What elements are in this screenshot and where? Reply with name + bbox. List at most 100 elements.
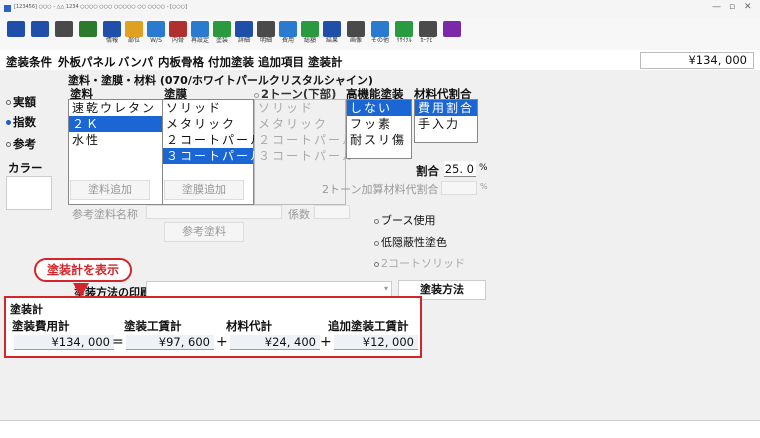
mode-reference-radio[interactable]: 参考 — [6, 136, 36, 152]
list-item[interactable]: ３コートパール — [163, 148, 262, 164]
maximize-icon[interactable]: ▫ — [729, 2, 735, 12]
list-item[interactable]: ソリッド — [163, 100, 253, 116]
cost-total-value: ¥134, 000 — [14, 335, 114, 350]
tab-additional-items[interactable]: 追加項目 — [258, 54, 304, 70]
recycle-icon — [395, 21, 413, 37]
list-item[interactable]: ２Ｋ — [69, 116, 163, 132]
toolbar-button-paint[interactable]: 塗装 — [210, 21, 234, 48]
color-swatch[interactable] — [6, 176, 52, 210]
list-item[interactable]: 手入力 — [415, 116, 477, 132]
ref-paint-name-input[interactable] — [146, 205, 282, 219]
toolbar-button-label: 総額 — [303, 37, 316, 44]
tab-bumper[interactable]: バンパ — [118, 54, 153, 70]
tab-paint-total[interactable]: 塗装計 — [308, 54, 343, 70]
toolbar-button-label: 部位 — [127, 37, 140, 44]
tab-inner-frame[interactable]: 内板骨格 — [158, 54, 204, 70]
toolbar-button-label: 詳細 — [237, 37, 250, 44]
tab-paint-conditions[interactable]: 塗装条件 — [6, 54, 52, 70]
toolbar-button-detail[interactable]: 詳細 — [232, 21, 256, 48]
material-total-label: 材料代計 — [226, 319, 272, 333]
toolbar-button-info[interactable]: 情報 — [100, 21, 124, 48]
tab-extra-paint[interactable]: 付加塗装 — [208, 54, 254, 70]
list-item[interactable]: 速乾ウレタン — [69, 100, 163, 116]
toolbar-button-label: 内骨 — [171, 37, 184, 44]
toolbar-button-diamond[interactable] — [440, 21, 464, 48]
toolbar-button-label: その他 — [370, 37, 389, 44]
extra-labor-total-label: 追加塗装工賃計 — [328, 319, 409, 333]
toolbar-button-label: ﾘｻｲｸﾙ — [396, 37, 412, 44]
two-coat-solid-checkbox: 2コートソリッド — [374, 255, 465, 271]
toolbar-button-label: 再設定 — [190, 37, 209, 44]
add-film-button[interactable]: 塗膜追加 — [164, 180, 244, 200]
list-item[interactable]: メタリック — [163, 116, 253, 132]
list-item[interactable]: 費用割合 — [415, 100, 477, 116]
parts-icon — [125, 21, 143, 37]
print-method-select[interactable]: ▾ — [146, 281, 392, 297]
list-item: ソリッド — [258, 101, 315, 115]
grand-total-display: ¥134, 000 — [640, 52, 754, 69]
toolbar-button-result[interactable]: 結果 — [320, 21, 344, 48]
toolbar-button-label: W/S — [150, 37, 162, 44]
list-item[interactable]: しない — [347, 100, 411, 116]
toolbar-button-label: ｶｰﾅﾋﾞ — [420, 37, 436, 44]
toolbar-button-image[interactable]: 画像 — [344, 21, 368, 48]
frame-icon — [169, 21, 187, 37]
toolbar-button-windshield[interactable]: W/S — [144, 21, 168, 48]
cost-total-label: 塗装費用計 — [12, 319, 70, 333]
two-tone-rate-input[interactable] — [441, 181, 477, 195]
mode-index-radio[interactable]: 指数 — [6, 114, 36, 130]
hi-func-list: しない フッ素 耐スリ傷 — [346, 99, 412, 159]
rate-input[interactable]: 25. 0 — [444, 161, 476, 177]
coefficient-input[interactable] — [314, 205, 350, 219]
list-item[interactable]: 水性 — [69, 132, 163, 148]
pin-icon — [79, 21, 97, 37]
toolbar-button-print[interactable] — [52, 21, 76, 48]
ref-paint-button[interactable]: 参考塗料 — [164, 222, 244, 242]
minimize-icon[interactable]: — — [712, 2, 721, 12]
window-title: [123456] ○○○ - △△ 1234 ○○○○ ○○○ ○○○○○ ○○… — [14, 4, 188, 10]
two-tone-rate-label: 2トーン加算材料代割合 — [322, 183, 439, 196]
statement-icon — [257, 21, 275, 37]
title-bar: [123456] ○○○ - △△ 1234 ○○○○ ○○○ ○○○○○ ○○… — [0, 0, 760, 18]
toolbar-button-frame[interactable]: 内骨 — [166, 21, 190, 48]
color-label: カラー — [8, 161, 43, 175]
low-hiding-checkbox[interactable]: 低隠蔽性塗色 — [374, 234, 447, 250]
toolbar-button-label: 結果 — [325, 37, 338, 44]
radio-dot-icon — [374, 218, 379, 224]
toolbar-button-other[interactable]: その他 — [368, 21, 392, 48]
list-item: ２コートパール — [258, 133, 357, 147]
toolbar-button-label: 画像 — [349, 37, 362, 44]
coefficient-label: 係数 — [288, 208, 310, 221]
toolbar-button-save[interactable] — [4, 21, 28, 48]
add-paint-button[interactable]: 塗料追加 — [70, 180, 150, 200]
toolbar-button-cost[interactable]: 費用 — [276, 21, 300, 48]
toolbar-button-parts[interactable]: 部位 — [122, 21, 146, 48]
windshield-icon — [147, 21, 165, 37]
annotation-callout: 塗装計を表示 — [34, 258, 132, 282]
print-icon — [55, 21, 73, 37]
paint-totals-section: 塗装計 塗装費用計 塗装工賃計 材料代計 追加塗装工賃計 ¥134, 000 =… — [4, 296, 422, 358]
totals-title: 塗装計 — [10, 303, 43, 316]
list-item[interactable]: 耐スリ傷 — [347, 132, 411, 148]
toolbar-button-reset[interactable]: 再設定 — [188, 21, 212, 48]
toolbar-button-copy[interactable] — [28, 21, 52, 48]
booth-checkbox[interactable]: ブース使用 — [374, 212, 435, 228]
image-icon — [347, 21, 365, 37]
toolbar-button-total[interactable]: 総額 — [298, 21, 322, 48]
info-icon — [103, 21, 121, 37]
section-tabs: 塗装条件 外板パネル バンパ 内板骨格 付加塗装 追加項目 塗装計 ¥134, … — [0, 50, 760, 70]
toolbar-button-statement[interactable]: 明細 — [254, 21, 278, 48]
toolbar-button-navi[interactable]: ｶｰﾅﾋﾞ — [416, 21, 440, 48]
tab-outer-panel[interactable]: 外板パネル — [58, 54, 116, 70]
radio-dot-icon — [254, 93, 259, 98]
close-icon[interactable]: ✕ — [744, 2, 752, 12]
toolbar-button-label: 明細 — [259, 37, 272, 44]
list-item: メタリック — [258, 117, 329, 131]
list-item[interactable]: フッ素 — [347, 116, 411, 132]
toolbar-button-recycle[interactable]: ﾘｻｲｸﾙ — [392, 21, 416, 48]
toolbar-button-pin[interactable] — [76, 21, 100, 48]
plus-sign: + — [216, 334, 228, 350]
toolbar: 情報 部位 W/S 内骨 再設定 塗装 詳細 明細 費用 総額 結果 画像 その他 ﾘｻｲｸﾙ ｶｰﾅﾋﾞ — [0, 18, 760, 50]
list-item[interactable]: ２コートパール — [163, 132, 262, 148]
mode-actual-radio[interactable]: 実額 — [6, 94, 36, 110]
